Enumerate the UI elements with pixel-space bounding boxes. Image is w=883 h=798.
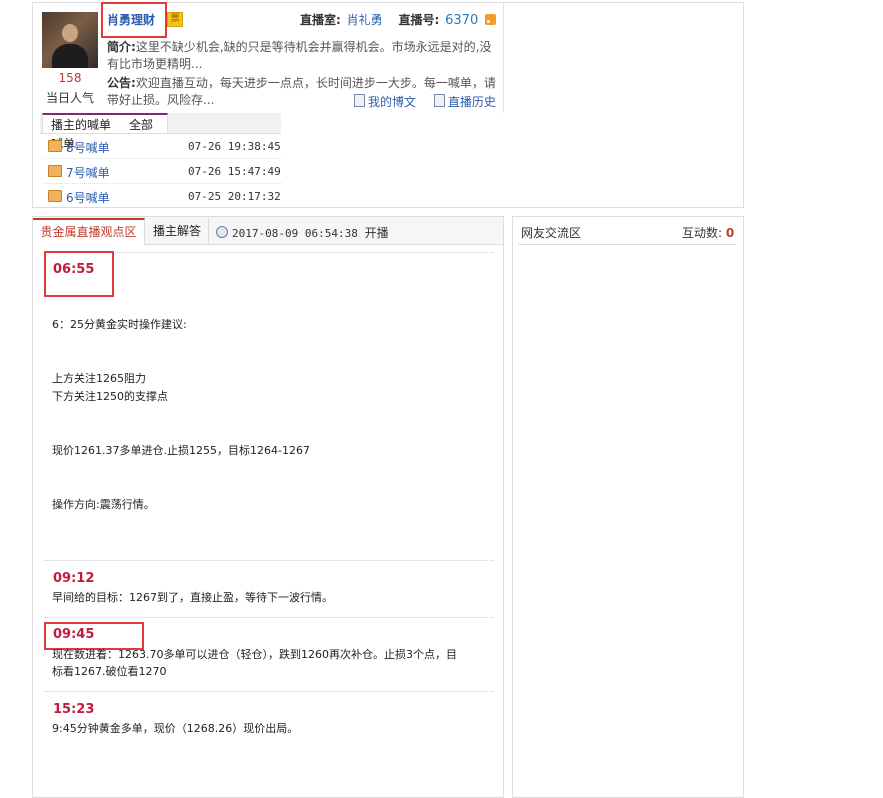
- tab-host-calls-label: 播主的喊单: [51, 118, 112, 132]
- call-link[interactable]: 8号喊单: [66, 139, 110, 156]
- live-start-info: 2017-08-09 06:54:38 开播: [216, 224, 389, 241]
- call-link[interactable]: 7号喊单: [66, 164, 110, 181]
- post-time: 15:23: [53, 702, 95, 717]
- mail-icon: [48, 140, 62, 152]
- room-name-link[interactable]: 肖礼勇: [347, 13, 383, 27]
- notice-label: 公告:: [107, 76, 136, 90]
- tab-host-answers-label: 播主解答: [152, 224, 201, 238]
- post-line: 现价1261.37多单进仓.止损1255，目标1264-1267: [52, 444, 310, 457]
- divider: [44, 183, 281, 184]
- clock-icon: [216, 226, 228, 238]
- tab-live-views-label: 贵金属直播观点区: [40, 225, 137, 239]
- tab-all-calls[interactable]: 全部: [129, 116, 153, 133]
- popularity-count: 158: [58, 71, 82, 85]
- popularity-label: 当日人气: [45, 91, 94, 105]
- room-no-label: 直播号:: [398, 13, 440, 27]
- badge-icon: 票: [167, 12, 183, 27]
- host-avatar[interactable]: [42, 12, 98, 68]
- mail-icon: [48, 165, 62, 177]
- post-line: 上方关注1265阻力: [52, 372, 146, 385]
- call-time: 07-26 15:47:49: [188, 165, 281, 178]
- divider: [44, 617, 494, 618]
- chat-sidebar: [512, 216, 744, 798]
- divider: [44, 691, 494, 692]
- post-line: 下方关注1250的支撑点: [52, 390, 168, 403]
- blog-icon: [354, 94, 365, 107]
- call-time: 07-26 19:38:45: [188, 140, 281, 153]
- room-info: 直播室: 肖礼勇 直播号: 6370: [300, 11, 478, 28]
- post-line: 早间给的目标：1267到了，直接止盈，等待下一波行情。: [52, 591, 333, 604]
- live-history-link[interactable]: 直播历史: [448, 95, 496, 109]
- intro-block: 简介:这里不缺少机会,缺的只是等待机会并赢得机会。市场永远是对的,没有比市场更精…: [107, 39, 497, 73]
- post-line: 6：25分黄金实时操作建议:: [52, 318, 187, 331]
- rss-icon[interactable]: [485, 14, 496, 25]
- intro-text: 这里不缺少机会,缺的只是等待机会并赢得机会。市场永远是对的,没有比市场更精明..…: [107, 40, 492, 71]
- start-time: 2017-08-09 06:54:38: [232, 227, 358, 240]
- room-no-link[interactable]: 6370: [445, 13, 478, 28]
- my-blog-link[interactable]: 我的博文: [368, 95, 416, 109]
- interaction-count-value: 0: [725, 226, 735, 240]
- history-icon: [433, 94, 445, 107]
- post-line: 现在数进着：1263.70多单可以进仓（轻仓），跌到1260再次补仓。止损3个点…: [52, 648, 457, 661]
- tab-host-answers[interactable]: 播主解答: [146, 218, 209, 244]
- interaction-count: 互动数: 0: [682, 224, 734, 241]
- post-line: 标看1267.破位看1270: [52, 665, 167, 678]
- profile-divider: [503, 3, 504, 113]
- call-time: 07-25 20:17:32: [188, 190, 281, 203]
- divider: [44, 560, 494, 561]
- highlight-box-host-name: [101, 2, 167, 38]
- sidebar-title: 网友交流区: [521, 226, 582, 240]
- divider: [44, 158, 281, 159]
- divider: [518, 244, 736, 245]
- start-label: 开播: [364, 226, 389, 240]
- post-line: 操作方向:震荡行情。: [52, 498, 155, 511]
- intro-label: 简介:: [107, 40, 136, 54]
- profile-links: 我的博文 直播历史: [354, 93, 496, 110]
- room-label: 直播室:: [300, 13, 341, 27]
- post-time: 09:12: [53, 571, 95, 586]
- interaction-count-label: 互动数:: [682, 226, 723, 240]
- mail-icon: [48, 190, 62, 202]
- post-line: 9:45分钟黄金多单，现价（1268.26）现价出局。: [52, 722, 299, 735]
- tab-live-views[interactable]: 贵金属直播观点区: [33, 218, 145, 245]
- call-link[interactable]: 6号喊单: [66, 189, 110, 206]
- highlight-box-time: [44, 251, 114, 297]
